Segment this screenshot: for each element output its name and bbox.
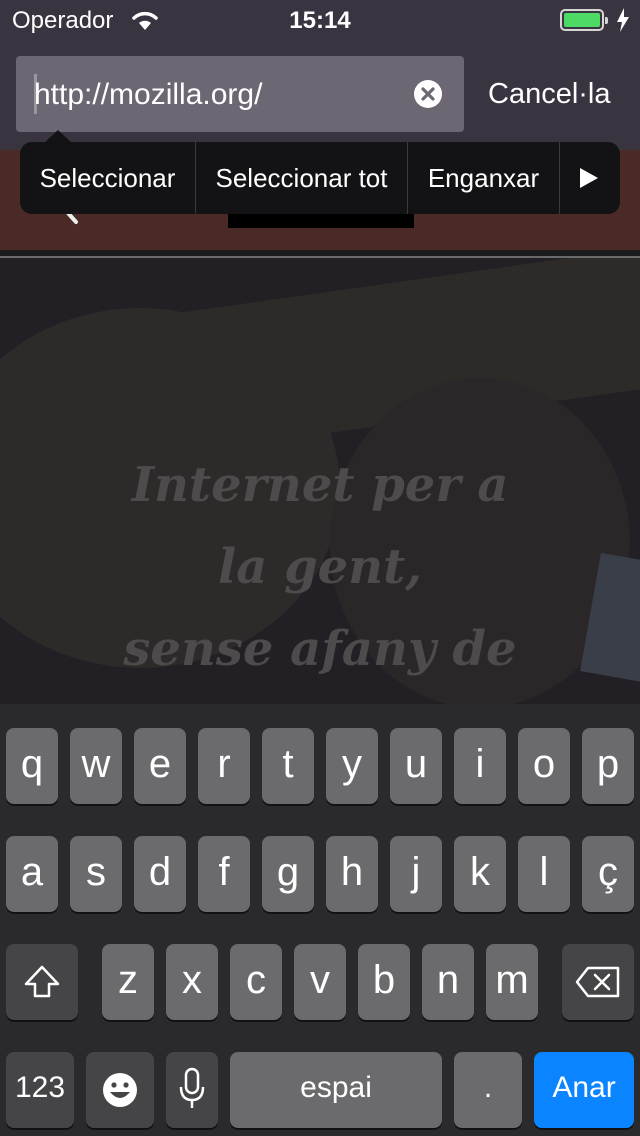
key-n[interactable]: n — [422, 944, 474, 1020]
key-l[interactable]: l — [518, 836, 570, 912]
key-p[interactable]: p — [582, 728, 634, 804]
menu-item-select[interactable]: Seleccionar — [20, 142, 195, 214]
menu-item-select-all[interactable]: Seleccionar tot — [196, 142, 407, 214]
key-m[interactable]: m — [486, 944, 538, 1020]
microphone-icon — [179, 1067, 205, 1108]
emoji-key[interactable] — [86, 1052, 154, 1128]
key-c-cedilla[interactable]: ç — [582, 836, 634, 912]
hero-line: l — [0, 690, 640, 704]
hero-line: sense afany de — [123, 621, 517, 677]
url-input[interactable]: http://mozilla.org/ — [16, 56, 464, 132]
key-q[interactable]: q — [6, 728, 58, 804]
key-f[interactable]: f — [198, 836, 250, 912]
emoji-icon — [103, 1073, 137, 1107]
key-k[interactable]: k — [454, 836, 506, 912]
backspace-icon — [575, 966, 620, 998]
edit-context-menu: Seleccionar Seleccionar tot Enganxar — [20, 130, 620, 214]
key-d[interactable]: d — [134, 836, 186, 912]
url-text[interactable]: http://mozilla.org/ — [34, 78, 262, 112]
header: Operador 15:14 http://mozilla.org/ Cance… — [0, 0, 640, 150]
clock: 15:14 — [289, 7, 351, 34]
hero-line: Internet per a — [131, 457, 509, 513]
key-i[interactable]: i — [454, 728, 506, 804]
shift-key[interactable] — [6, 944, 78, 1020]
key-g[interactable]: g — [262, 836, 314, 912]
key-s[interactable]: s — [70, 836, 122, 912]
key-w[interactable]: w — [70, 728, 122, 804]
menu-item-paste[interactable]: Enganxar — [408, 142, 559, 214]
cancel-button[interactable]: Cancel·la — [488, 78, 611, 111]
close-icon — [421, 87, 435, 101]
shift-icon — [24, 965, 60, 998]
key-h[interactable]: h — [326, 836, 378, 912]
key-v[interactable]: v — [294, 944, 346, 1020]
menu-more-arrow-icon[interactable] — [578, 166, 600, 190]
keyboard: q w e r t y u i o p a s d f g h j k l ç … — [0, 704, 640, 1136]
numbers-key[interactable]: 123 — [6, 1052, 74, 1128]
key-c[interactable]: c — [230, 944, 282, 1020]
key-z[interactable]: z — [102, 944, 154, 1020]
menu-separator — [559, 142, 560, 214]
charging-icon — [617, 8, 629, 32]
dictation-key[interactable] — [166, 1052, 218, 1128]
hero-headline: Internet per a la gent, sense afany de l — [0, 444, 640, 704]
hero-line: la gent, — [218, 539, 422, 595]
key-x[interactable]: x — [166, 944, 218, 1020]
status-bar: Operador 15:14 — [0, 0, 640, 40]
key-j[interactable]: j — [390, 836, 442, 912]
hero-image: Internet per a la gent, sense afany de l — [0, 258, 640, 704]
key-b[interactable]: b — [358, 944, 410, 1020]
space-key[interactable]: espai — [230, 1052, 442, 1128]
key-t[interactable]: t — [262, 728, 314, 804]
key-r[interactable]: r — [198, 728, 250, 804]
period-key[interactable]: . — [454, 1052, 522, 1128]
key-a[interactable]: a — [6, 836, 58, 912]
clear-url-button[interactable] — [414, 80, 442, 108]
key-y[interactable]: y — [326, 728, 378, 804]
key-u[interactable]: u — [390, 728, 442, 804]
go-button[interactable]: Anar — [534, 1052, 634, 1128]
backspace-key[interactable] — [562, 944, 634, 1020]
battery-icon — [560, 9, 608, 31]
key-e[interactable]: e — [134, 728, 186, 804]
key-o[interactable]: o — [518, 728, 570, 804]
